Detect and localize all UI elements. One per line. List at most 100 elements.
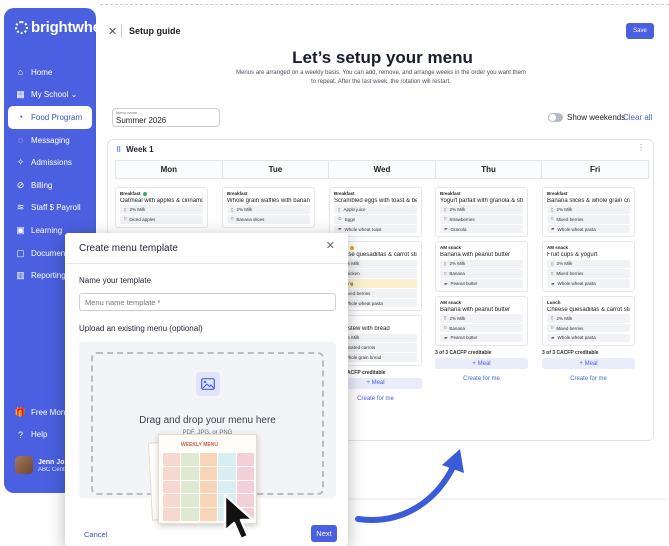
food-item[interactable]: ▯2% Milk bbox=[547, 314, 630, 323]
thumbnail-cell bbox=[199, 466, 218, 480]
template-name-input[interactable] bbox=[79, 293, 336, 311]
day-header-mon: Mon bbox=[115, 160, 223, 179]
food-item[interactable]: ▯2% Milk bbox=[227, 205, 310, 214]
brightwheel-logo[interactable]: brightwheel bbox=[15, 19, 96, 36]
cancel-button[interactable]: Cancel bbox=[84, 530, 107, 539]
meal-label: Breakfast bbox=[334, 191, 355, 196]
food-item[interactable]: ⌑ Banana bbox=[440, 323, 523, 333]
sidebar-item-billing[interactable]: ⊘ Billing bbox=[4, 174, 96, 197]
food-item[interactable]: ▰ Peanut butter bbox=[440, 279, 523, 288]
food-item[interactable]: ▯2% Milk bbox=[120, 205, 203, 214]
sidebar-item-label: My School ⌄ bbox=[31, 90, 78, 100]
show-weekends-toggle[interactable] bbox=[548, 113, 563, 122]
cursor-icon bbox=[223, 493, 255, 541]
food-item[interactable]: ⌑ Strawberries bbox=[440, 215, 523, 224]
sidebar-item-messaging[interactable]: ◌ Messaging bbox=[4, 129, 96, 152]
clear-all-link[interactable]: Clear all bbox=[623, 113, 652, 122]
sidebar-item-home[interactable]: ⌂ Home bbox=[4, 61, 96, 84]
day-header-wed: Wed bbox=[328, 160, 436, 179]
upload-label: Upload an existing menu (optional) bbox=[79, 324, 203, 333]
food-item[interactable]: ▰Whole wheat pasta bbox=[547, 333, 630, 343]
food-item[interactable]: ▰Whole wheat pasta bbox=[547, 279, 630, 288]
food-item[interactable]: ⌑ Banana bbox=[440, 269, 523, 278]
food-item[interactable]: ▯2% Milk bbox=[440, 314, 523, 323]
menu-name-field[interactable]: Menu name Summer 2026 bbox=[112, 108, 220, 127]
thumbnail-cell bbox=[163, 480, 181, 494]
thumbnail-cell bbox=[218, 466, 236, 480]
sidebar-item-label: Learning bbox=[31, 225, 63, 235]
food-item-icon: ⌑ bbox=[551, 325, 554, 331]
meal-card[interactable]: Breakfast Banana slices & whole grain cra… bbox=[542, 187, 635, 238]
meal-label: Breakfast bbox=[440, 191, 461, 196]
day-column-tue: Breakfast Whole grain waffles with banana… bbox=[222, 187, 315, 232]
food-item[interactable]: ▰ Peanut butter bbox=[440, 333, 523, 343]
sidebar-item-food-program[interactable]: ◔ Food Program bbox=[8, 106, 92, 129]
close-icon[interactable]: ✕ bbox=[326, 239, 335, 252]
food-item[interactable]: ▯2% Milk bbox=[547, 259, 630, 269]
food-item-icon: ▯ bbox=[444, 260, 447, 266]
save-button[interactable]: Save bbox=[626, 23, 654, 39]
food-item-icon: ▰ bbox=[444, 226, 448, 232]
meal-card[interactable]: Breakfast Yogurt parfait with granola & s… bbox=[435, 187, 528, 238]
create-for-me-link[interactable]: Create for me bbox=[542, 376, 635, 382]
meal-card[interactable]: AM snack Banana with peanut butter ▯ 2% Mil… bbox=[435, 295, 528, 347]
drag-handle-icon[interactable]: ⠿ bbox=[116, 146, 121, 154]
food-item[interactable]: ▰ Granola bbox=[440, 224, 523, 234]
food-item[interactable]: ⊙ Eggs bbox=[334, 215, 417, 224]
gift-icon: 🎁 bbox=[14, 406, 27, 417]
sidebar-item-admissions[interactable]: ✧ Admissions bbox=[4, 151, 96, 174]
add-meal-button[interactable]: + Meal bbox=[435, 358, 528, 370]
dish-name: Banana slices & whole grain crack... bbox=[547, 198, 630, 204]
food-item[interactable]: ⌑ Diced apples bbox=[120, 215, 203, 224]
more-options-icon[interactable]: ⋮ bbox=[637, 143, 645, 152]
thumbnail-cell bbox=[199, 508, 218, 521]
food-item-icon: ▯ bbox=[124, 206, 127, 212]
meal-label: Breakfast bbox=[227, 191, 248, 196]
next-button[interactable]: Next bbox=[311, 525, 337, 542]
meal-card[interactable]: Breakfast Scrambled eggs with toast & ber… bbox=[329, 187, 422, 238]
dish-name: Banana with peanut butter bbox=[440, 306, 511, 313]
dish-name: Scrambled eggs with toast & berr... bbox=[334, 198, 417, 204]
top-bar: ✕ Setup guide bbox=[96, 20, 669, 42]
food-item[interactable]: ▯2% Milk bbox=[547, 205, 630, 214]
food-item[interactable]: ⌑Mixed berries bbox=[547, 323, 630, 333]
food-item[interactable]: ▯ Apple juice bbox=[334, 205, 417, 214]
meal-card[interactable]: AM snack Banana with peanut butter ▯ 2% Mil… bbox=[435, 241, 528, 292]
food-item[interactable]: ▰Whole wheat pasta bbox=[547, 224, 630, 234]
dish-name: Cheese quesadillas & carrot sticks bbox=[547, 306, 630, 313]
food-item[interactable]: ⌑ Banana slices bbox=[227, 215, 310, 224]
meal-card[interactable]: AM snack Fruit cups & yogurt ▯ 2% Milk ⌑ Mixe… bbox=[542, 241, 635, 292]
meal-label: AM snack bbox=[547, 245, 569, 251]
sidebar-item-staff-payroll[interactable]: ≋ Staff $ Payroll bbox=[4, 197, 96, 220]
warning-status-icon bbox=[349, 245, 354, 250]
meal-card[interactable]: Breakfast Oatmeal with apples & cinnamon ▯… bbox=[115, 187, 208, 228]
thumbnail-cell bbox=[199, 494, 218, 508]
image-icon bbox=[196, 372, 220, 396]
sidebar-item-my-school[interactable]: ▦ My School ⌄ bbox=[4, 84, 96, 107]
week-title: Week 1 bbox=[126, 145, 154, 154]
food-item[interactable]: ⌑Mixed berries bbox=[547, 215, 630, 224]
meal-card[interactable]: LunchCheese quesadillas & carrot sticks▯… bbox=[542, 295, 635, 347]
meal-label: Breakfast bbox=[547, 191, 568, 196]
food-item-icon: ▯ bbox=[551, 315, 554, 321]
sidebar-item-label: Food Program bbox=[31, 112, 83, 122]
dish-name: Banana with peanut butter bbox=[440, 252, 511, 259]
food-item-icon: ▯ bbox=[444, 206, 447, 212]
food-item[interactable]: ⌑Mixed berries bbox=[547, 269, 630, 278]
day-header-thu: Thu bbox=[434, 160, 543, 179]
thumbnail-cell bbox=[181, 466, 199, 480]
meal-card[interactable]: Breakfast Whole grain waffles with banana… bbox=[222, 187, 315, 228]
food-item[interactable]: ▰ Whole wheat toast bbox=[334, 224, 417, 234]
thumbnail-cell bbox=[163, 494, 181, 508]
meal-label: AM snack bbox=[440, 245, 462, 251]
food-item[interactable]: ▯2% Milk bbox=[440, 259, 523, 269]
template-name-label: Name your template bbox=[79, 276, 152, 285]
food-item-icon: ⌑ bbox=[444, 325, 447, 331]
create-for-me-link[interactable]: Create for me bbox=[435, 376, 528, 382]
thumbnail-cell bbox=[181, 494, 199, 508]
add-meal-button[interactable]: + Meal bbox=[542, 358, 635, 370]
close-icon[interactable]: ✕ bbox=[108, 25, 117, 38]
food-item-icon: ⌑ bbox=[124, 216, 127, 222]
thumbnail-cell bbox=[163, 466, 181, 480]
food-item[interactable]: ▯2% Milk bbox=[440, 205, 523, 214]
